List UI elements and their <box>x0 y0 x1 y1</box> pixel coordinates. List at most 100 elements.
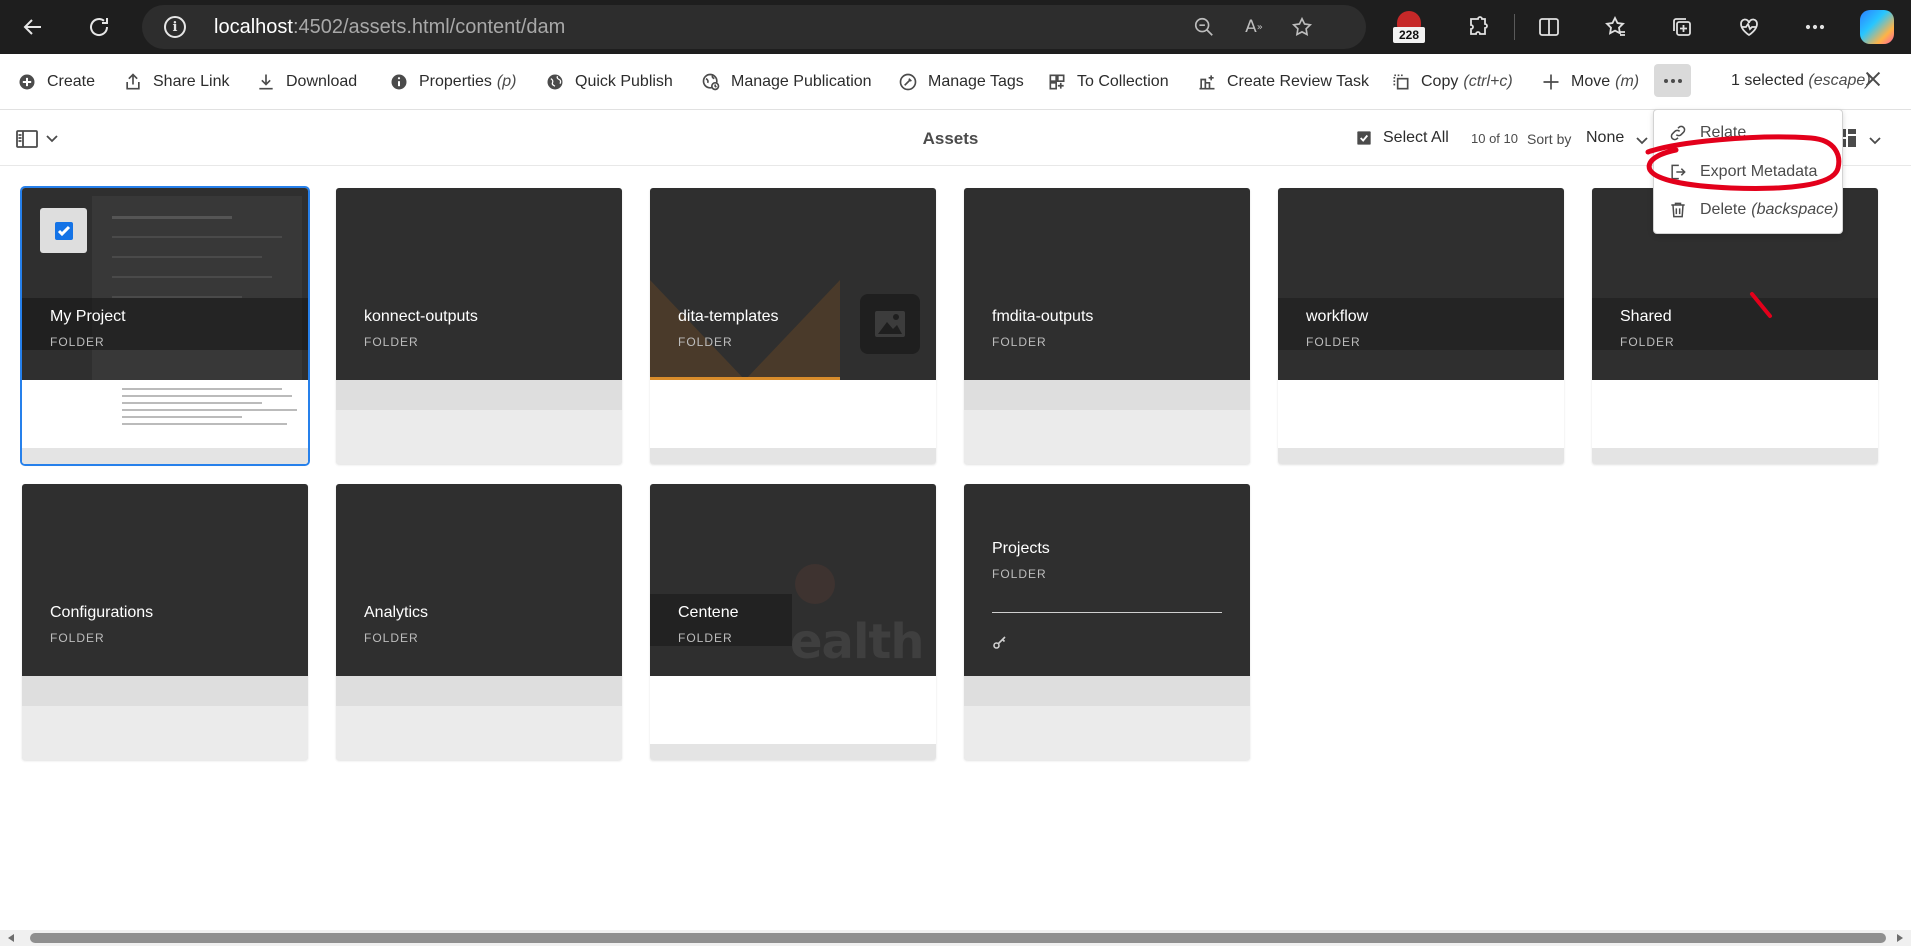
manage-tags-button[interactable]: Manage Tags <box>897 70 1024 94</box>
checkmark-icon <box>54 221 73 240</box>
card-footer <box>1592 448 1878 464</box>
quick-publish-button[interactable]: Quick Publish <box>544 70 673 94</box>
folder-card-fmdita-outputs[interactable]: fmdita-outputs FOLDER <box>964 188 1250 464</box>
folder-card-konnect-outputs[interactable]: konnect-outputs FOLDER <box>336 188 622 464</box>
scroll-left-arrow-icon[interactable] <box>8 934 14 942</box>
card-title: Centene <box>678 604 739 621</box>
to-collection-button[interactable]: To Collection <box>1046 70 1169 94</box>
card-footer <box>22 448 308 464</box>
to-collection-label: To Collection <box>1077 73 1169 90</box>
select-all-button[interactable]: Select All <box>1354 128 1449 148</box>
create-button[interactable]: Create <box>16 70 95 94</box>
card-type: FOLDER <box>364 631 419 645</box>
properties-button[interactable]: Properties (p) <box>388 70 516 94</box>
scrollbar-thumb[interactable] <box>30 933 1886 943</box>
folder-thumbnail: dita-templates FOLDER <box>650 188 936 380</box>
url-text[interactable]: localhost:4502/assets.html/content/dam <box>214 16 565 39</box>
globe-icon <box>544 71 566 93</box>
browser-health-icon[interactable] <box>1734 12 1764 42</box>
share-link-button[interactable]: Share Link <box>122 70 230 94</box>
move-shortcut: (m) <box>1615 73 1640 90</box>
folder-card-projects[interactable]: Projects FOLDER <box>964 484 1250 760</box>
extension-bug-icon[interactable]: 228 <box>1393 11 1425 43</box>
folder-card-configurations[interactable]: Configurations FOLDER <box>22 484 308 760</box>
action-bar: Create Share Link Download Properties (p… <box>0 54 1911 110</box>
refresh-button[interactable] <box>80 8 118 46</box>
card-type: FOLDER <box>678 631 733 645</box>
browser-toolbar: i localhost:4502/assets.html/content/dam… <box>0 0 1911 54</box>
folder-card-dita-templates[interactable]: dita-templates FOLDER <box>650 188 936 464</box>
view-chevron-icon[interactable] <box>1869 132 1881 150</box>
sort-chevron-icon[interactable] <box>1636 132 1648 150</box>
review-task-icon <box>1196 71 1218 93</box>
card-title: Shared <box>1620 308 1672 325</box>
trash-icon <box>1671 202 1685 218</box>
download-icon <box>255 71 277 93</box>
exit-selection-button[interactable] <box>1862 68 1886 92</box>
menu-item-delete[interactable]: Delete (backspace) <box>1668 199 1838 221</box>
info-icon <box>388 71 410 93</box>
refresh-icon <box>90 18 109 36</box>
quick-publish-label: Quick Publish <box>575 73 673 90</box>
link-icon <box>1670 125 1686 141</box>
card-title: fmdita-outputs <box>992 308 1094 325</box>
move-icon <box>1540 71 1562 93</box>
card-preview-lower <box>336 380 622 464</box>
extension-badge-count: 228 <box>1393 27 1425 43</box>
move-button[interactable]: Move (m) <box>1540 70 1639 94</box>
split-screen-icon[interactable] <box>1534 12 1564 42</box>
globe-clock-icon <box>700 71 722 93</box>
toolbar-separator <box>1514 14 1515 40</box>
download-button[interactable]: Download <box>255 70 357 94</box>
key-icon <box>992 634 1008 655</box>
card-title: My Project <box>50 308 126 325</box>
site-info-icon[interactable]: i <box>164 16 186 38</box>
card-title: Configurations <box>50 604 154 621</box>
menu-item-relate[interactable]: Relate <box>1668 122 1746 144</box>
settings-more-icon[interactable] <box>1800 12 1830 42</box>
arrow-left-icon <box>23 19 41 35</box>
create-review-task-button[interactable]: Create Review Task <box>1196 70 1369 94</box>
card-footer <box>650 744 936 760</box>
content-header: Assets Select All 10 of 10 Sort by None <box>0 110 1911 166</box>
folder-thumbnail: Projects FOLDER <box>964 484 1250 676</box>
back-button[interactable] <box>14 8 52 46</box>
more-actions-button[interactable] <box>1654 64 1691 97</box>
card-title: dita-templates <box>678 308 779 325</box>
copy-label: Copy <box>1421 73 1459 90</box>
menu-item-export-metadata[interactable]: Export Metadata <box>1668 161 1817 183</box>
item-count: 10 of 10 <box>1471 131 1518 146</box>
extensions-puzzle-icon[interactable] <box>1463 12 1493 42</box>
folder-card-centene[interactable]: ealth ne Centene FOLDER <box>650 484 936 760</box>
zoom-out-icon[interactable] <box>1192 15 1216 39</box>
copy-button[interactable]: Copy (ctrl+c) <box>1390 70 1513 94</box>
move-label: Move <box>1571 73 1611 90</box>
folder-card-my-project[interactable]: My Project FOLDER <box>20 186 310 466</box>
address-bar[interactable]: i localhost:4502/assets.html/content/dam… <box>142 5 1366 49</box>
card-type: FOLDER <box>1306 335 1361 349</box>
collections-icon[interactable] <box>1667 12 1697 42</box>
folder-card-workflow[interactable]: workflow FOLDER <box>1278 188 1564 464</box>
select-all-label: Select All <box>1383 129 1449 146</box>
logo-preview-graphic <box>795 564 835 604</box>
folder-thumbnail: ealth ne Centene FOLDER <box>650 484 936 676</box>
card-preview-lower <box>964 380 1250 464</box>
manage-publication-button[interactable]: Manage Publication <box>700 70 872 94</box>
copilot-icon[interactable] <box>1860 10 1894 44</box>
collection-icon <box>1046 71 1068 93</box>
folder-thumbnail: Configurations FOLDER <box>22 484 308 676</box>
manage-tags-label: Manage Tags <box>928 73 1024 90</box>
read-aloud-icon[interactable]: A» <box>1242 15 1266 39</box>
favorites-icon[interactable] <box>1601 12 1631 42</box>
folder-thumbnail: workflow FOLDER <box>1278 188 1564 380</box>
share-icon <box>122 71 144 93</box>
favorite-star-icon[interactable] <box>1290 15 1314 39</box>
sort-select[interactable]: None <box>1586 129 1624 147</box>
card-checkbox[interactable] <box>40 208 87 253</box>
folder-card-analytics[interactable]: Analytics FOLDER <box>336 484 622 760</box>
close-icon <box>1865 71 1881 87</box>
card-preview-lower <box>964 676 1250 760</box>
horizontal-scrollbar[interactable] <box>0 930 1911 946</box>
scroll-right-arrow-icon[interactable] <box>1897 934 1903 942</box>
folder-thumbnail: fmdita-outputs FOLDER <box>964 188 1250 380</box>
